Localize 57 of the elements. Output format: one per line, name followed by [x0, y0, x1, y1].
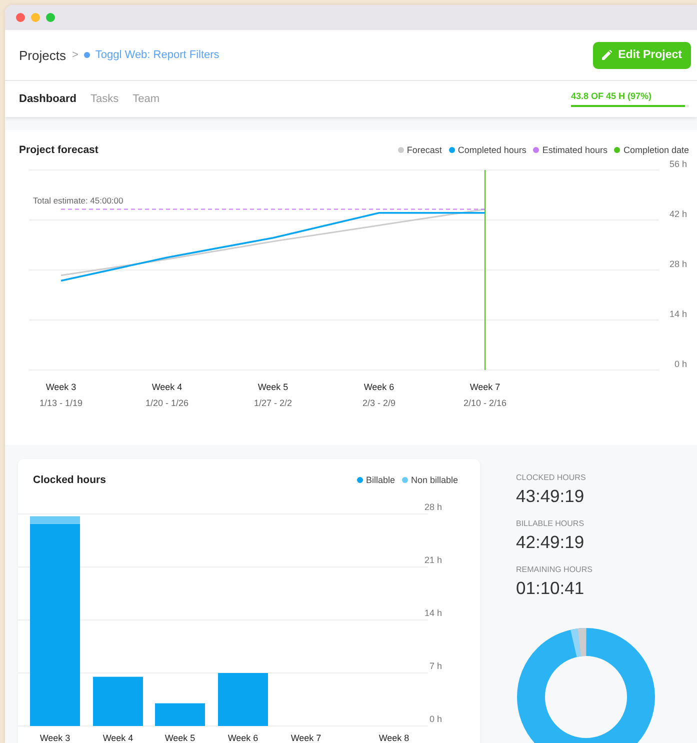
tab[interactable]: Dashboard	[19, 93, 76, 105]
legend-item: Billable	[356, 475, 395, 485]
axis-label: 28 h	[424, 502, 442, 512]
stat-value: 01:10:41	[516, 578, 586, 599]
axis-label: 28 h	[669, 259, 687, 269]
bar	[155, 703, 205, 726]
axis-label: Week 5	[258, 382, 288, 392]
estimate-label: Total estimate: 45:00:00	[33, 195, 124, 206]
card-title: Project forecast	[19, 144, 98, 156]
axis-label: 1/27 - 2/2	[254, 398, 292, 408]
legend-item: Non billable	[402, 475, 458, 485]
axis-label: Week 4	[102, 733, 134, 743]
project-link[interactable]: Toggl Web: Report Filters	[95, 49, 220, 61]
pencil-icon	[602, 50, 612, 60]
axis-label: Week 7	[290, 733, 322, 743]
project-dot	[84, 52, 90, 58]
axis-label: 2/10 - 2/16	[463, 398, 507, 408]
minimize-icon[interactable]	[31, 13, 40, 22]
stat-label: BILLABLE HOURS	[516, 519, 586, 528]
card-title: Clocked hours	[33, 474, 106, 486]
edit-project-button[interactable]: Edit Project	[593, 42, 691, 68]
axis-label: 1/20 - 1/26	[145, 398, 189, 408]
axis-label: 42 h	[669, 209, 687, 219]
tab[interactable]: Tasks	[90, 93, 119, 105]
axis-label: 21 h	[424, 555, 442, 565]
close-icon[interactable]	[16, 13, 25, 22]
axis-label: 0 h	[674, 359, 687, 369]
axis-label: 7 h	[429, 661, 442, 671]
axis-label: 56 h	[669, 159, 687, 169]
axis-label: Week 8	[378, 733, 410, 743]
axis-label: Week 6	[228, 733, 258, 743]
axis-label: 1/13 - 1/19	[39, 398, 83, 408]
stat-label: CLOCKED HOURS	[516, 473, 587, 482]
progress-label: 43.8 OF 45 H (97%)	[571, 91, 653, 101]
legend-item: Estimated hours	[533, 145, 608, 155]
axis-label: Week 3	[40, 733, 70, 743]
bar	[218, 673, 268, 726]
axis-label: Week 7	[470, 382, 500, 392]
tab[interactable]: Team	[132, 93, 160, 105]
legend-item: Forecast	[398, 145, 442, 155]
axis-label: 2/3 - 2/9	[362, 398, 396, 408]
legend-item: Completion date	[614, 145, 689, 155]
stat-label: REMAINING HOURS	[516, 565, 594, 574]
legend-item: Completed hours	[448, 145, 526, 155]
breadcrumb-separator: >	[72, 49, 78, 61]
axis-label: Week 3	[46, 382, 76, 392]
stat-value: 42:49:19	[516, 532, 586, 553]
stat-value: 43:49:19	[516, 486, 586, 507]
axis-label: 14 h	[424, 608, 442, 618]
bar	[93, 676, 143, 726]
breadcrumb-link[interactable]: Projects	[19, 48, 66, 62]
axis-label: Week 4	[152, 382, 182, 392]
axis-label: Week 5	[164, 733, 196, 743]
maximize-icon[interactable]	[46, 13, 55, 22]
axis-label: 14 h	[669, 309, 687, 319]
axis-label: 0 h	[429, 714, 442, 724]
axis-label: Week 6	[364, 382, 394, 392]
